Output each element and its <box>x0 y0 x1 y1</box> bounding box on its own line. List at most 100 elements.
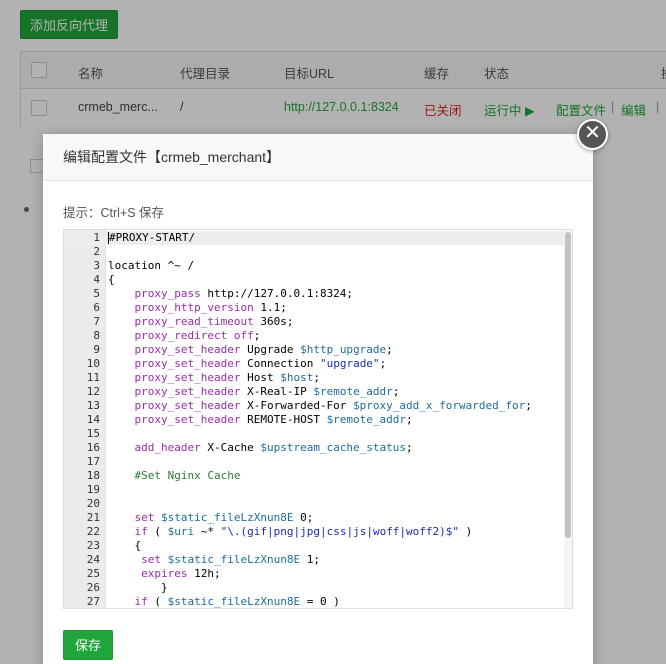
code-token: $static_fileLzXnun8E <box>167 595 301 608</box>
line-number: 4 <box>93 273 100 286</box>
code-token: http://127.0.0.1:8324; <box>200 287 354 300</box>
save-button[interactable]: 保存 <box>63 630 113 660</box>
code-line[interactable]: 12 proxy_set_header X-Real-IP $remote_ad… <box>64 385 572 399</box>
code-line[interactable]: 2 <box>64 245 572 259</box>
code-line[interactable]: 8 proxy_redirect off; <box>64 329 572 343</box>
code-token: $remote_addr <box>313 385 393 398</box>
line-number: 20 <box>86 497 100 510</box>
code-line[interactable]: 18 #Set Nginx Cache <box>64 469 572 483</box>
code-token: $remote_addr <box>326 413 407 426</box>
code-token: proxy_set_header <box>134 399 241 412</box>
code-lines: 1 #PROXY-START/2 3 location ^~ /4{5 proxy_p… <box>64 231 572 608</box>
editor-scrollbar-thumb[interactable] <box>565 232 571 538</box>
line-number: 17 <box>86 455 100 468</box>
code-line[interactable]: 16 add_header X-Cache $upstream_cache_st… <box>64 441 572 455</box>
code-line[interactable]: 27 if ( $static_fileLzXnun8E = 0 ) <box>64 595 572 608</box>
line-number: 3 <box>93 259 100 272</box>
line-number: 15 <box>86 427 100 440</box>
line-number: 16 <box>86 441 100 454</box>
code-token: ; <box>386 343 393 356</box>
line-code: proxy_set_header X-Forwarded-For $proxy_… <box>108 399 532 413</box>
code-token: ) <box>459 525 473 538</box>
code-token: X-Real-IP <box>240 385 314 398</box>
line-code: } <box>108 581 168 595</box>
code-line[interactable]: 24 set $static_fileLzXnun8E 1; <box>64 553 572 567</box>
code-token: proxy_redirect <box>134 329 228 342</box>
line-code: set $static_fileLzXnun8E 1; <box>108 553 320 567</box>
code-token: ; <box>525 399 532 412</box>
line-number: 21 <box>86 511 100 524</box>
line-number: 9 <box>93 343 100 356</box>
code-token: $http_upgrade <box>300 343 387 356</box>
code-line[interactable]: 17 <box>64 455 572 469</box>
code-line[interactable]: 11 proxy_set_header Host $host; <box>64 371 572 385</box>
line-number: 19 <box>86 483 100 496</box>
code-token: ; <box>313 371 320 384</box>
code-line[interactable]: 15 <box>64 427 572 441</box>
code-line[interactable]: 14 proxy_set_header REMOTE-HOST $remote_… <box>64 413 572 427</box>
code-line[interactable]: 26 } <box>64 581 572 595</box>
code-line[interactable]: 23 { <box>64 539 572 553</box>
code-token: proxy_set_header <box>134 343 241 356</box>
line-code: #PROXY-START/ <box>108 231 195 245</box>
code-token: proxy_set_header <box>134 371 241 384</box>
code-line[interactable]: 25 expires 12h; <box>64 567 572 581</box>
line-number: 5 <box>93 287 100 300</box>
code-token: ; <box>379 357 387 370</box>
code-token: #PROXY-START/ <box>109 231 196 244</box>
code-token: = 0 ) <box>300 595 340 608</box>
code-token: proxy_set_header <box>134 385 241 398</box>
code-line[interactable]: 21 set $static_fileLzXnun8E 0; <box>64 511 572 525</box>
code-token: ; <box>392 385 400 398</box>
code-editor[interactable]: 1 #PROXY-START/2 3 location ^~ /4{5 proxy_p… <box>63 229 573 609</box>
line-code: proxy_read_timeout 360s; <box>108 315 294 329</box>
code-line[interactable]: 22 if ( $uri ~* "\.(gif|png|jpg|css|js|w… <box>64 525 572 539</box>
code-token: ; <box>253 329 261 342</box>
code-line[interactable]: 20 <box>64 497 572 511</box>
code-line[interactable]: 7 proxy_read_timeout 360s; <box>64 315 572 329</box>
code-token: location ^~ / <box>108 259 195 272</box>
code-line[interactable]: 3 location ^~ / <box>64 259 572 273</box>
code-line[interactable]: 13 proxy_set_header X-Forwarded-For $pro… <box>64 399 572 413</box>
code-token: { <box>108 539 142 552</box>
code-line[interactable]: 10 proxy_set_header Connection "upgrade"… <box>64 357 572 371</box>
edit-config-dialog: 编辑配置文件【crmeb_merchant】 提示：Ctrl+S 保存 1 #PR… <box>43 134 593 664</box>
code-line[interactable]: 1 #PROXY-START/ <box>64 231 572 245</box>
line-code: #Set Nginx Cache <box>108 469 241 483</box>
code-token: "\.(gif|png|jpg|css|js|woff|woff2)$" <box>220 525 460 538</box>
code-token: Host <box>240 371 281 384</box>
code-token: if <box>134 595 148 608</box>
close-icon[interactable]: ✕ <box>577 119 608 150</box>
code-line[interactable]: 5 proxy_pass http://127.0.0.1:8324; <box>64 287 572 301</box>
line-number: 1 <box>93 231 100 244</box>
code-token: ( <box>147 525 168 538</box>
code-token: add_header <box>134 441 201 454</box>
line-number: 18 <box>86 469 100 482</box>
code-token: 1.1; <box>253 301 287 314</box>
code-line[interactable]: 9 proxy_set_header Upgrade $http_upgrade… <box>64 343 572 357</box>
code-line[interactable]: 19 <box>64 483 572 497</box>
code-token: $static_fileLzXnun8E <box>161 511 294 524</box>
line-number: 2 <box>93 245 100 258</box>
code-line[interactable]: 6 proxy_http_version 1.1; <box>64 301 572 315</box>
line-code: proxy_redirect off; <box>108 329 261 343</box>
code-token: ; <box>406 441 413 454</box>
line-number: 22 <box>86 525 100 538</box>
line-code: proxy_set_header Host $host; <box>108 371 320 385</box>
editor-scrollbar-track[interactable] <box>564 230 572 608</box>
code-token: proxy_http_version <box>134 301 254 314</box>
code-token: $proxy_add_x_forwarded_for <box>353 399 526 412</box>
code-line[interactable]: 4{ <box>64 273 572 287</box>
line-code: proxy_http_version 1.1; <box>108 301 287 315</box>
line-code: proxy_set_header Connection "upgrade"; <box>108 357 387 371</box>
